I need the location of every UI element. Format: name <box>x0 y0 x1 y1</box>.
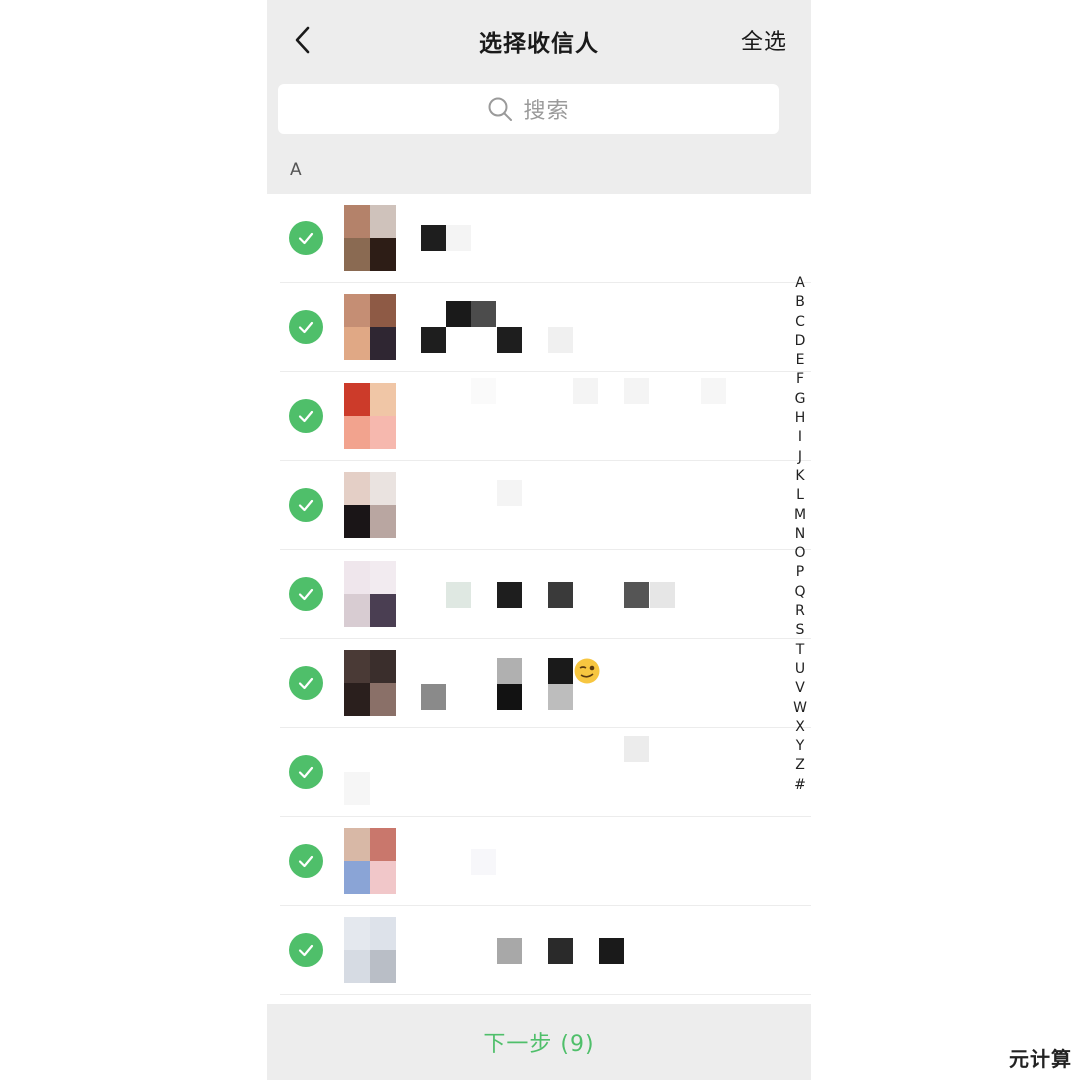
contact-row[interactable] <box>267 817 811 906</box>
contact-name-redacted <box>421 194 781 283</box>
alphabet-index-letter[interactable]: F <box>787 370 811 389</box>
checkmark-icon[interactable] <box>289 755 323 789</box>
alphabet-index-letter[interactable]: W <box>787 699 811 718</box>
alphabet-index-letter[interactable]: T <box>787 641 811 660</box>
alphabet-index-letter[interactable]: # <box>787 776 811 795</box>
search-icon <box>488 97 513 121</box>
avatar <box>344 561 396 627</box>
alphabet-index-letter[interactable]: X <box>787 718 811 737</box>
page-title: 选择收信人 <box>479 31 599 57</box>
alphabet-index-letter[interactable]: Y <box>787 737 811 756</box>
alphabet-index-letter[interactable]: G <box>787 390 811 409</box>
checkmark-icon[interactable] <box>289 577 323 611</box>
top-bar: 选择收信人 全选 搜索 A <box>267 0 811 194</box>
alphabet-index-letter[interactable]: Q <box>787 583 811 602</box>
contact-name-redacted <box>421 372 781 461</box>
contact-list <box>267 194 811 995</box>
alphabet-index-letter[interactable]: H <box>787 409 811 428</box>
alphabet-index-letter[interactable]: N <box>787 525 811 544</box>
contact-name-redacted <box>421 817 781 906</box>
contact-row[interactable] <box>267 906 811 995</box>
contact-row[interactable] <box>267 283 811 372</box>
alphabet-index-letter[interactable]: C <box>787 313 811 332</box>
avatar <box>344 650 396 716</box>
checkmark-icon[interactable] <box>289 399 323 433</box>
search-input[interactable]: 搜索 <box>278 84 779 134</box>
avatar <box>344 294 396 360</box>
avatar <box>344 472 396 538</box>
alphabet-index-letter[interactable]: S <box>787 621 811 640</box>
alphabet-index-letter[interactable]: B <box>787 293 811 312</box>
contact-row[interactable] <box>267 461 811 550</box>
contact-row[interactable] <box>267 728 811 817</box>
bottom-bar: 下一步 (9) <box>267 1004 811 1080</box>
contact-name-redacted <box>421 639 781 728</box>
contact-name-redacted <box>421 550 781 639</box>
checkmark-icon[interactable] <box>289 844 323 878</box>
contact-row[interactable] <box>267 550 811 639</box>
alphabet-index-letter[interactable]: O <box>787 544 811 563</box>
alphabet-index-letter[interactable]: R <box>787 602 811 621</box>
alphabet-index-letter[interactable]: A <box>787 274 811 293</box>
avatar <box>344 205 396 271</box>
avatar <box>344 917 396 983</box>
alphabet-index-letter[interactable]: K <box>787 467 811 486</box>
contact-row[interactable] <box>267 639 811 728</box>
wink-emoji-icon <box>574 658 600 684</box>
alphabet-index-letter[interactable]: I <box>787 428 811 447</box>
contact-row[interactable] <box>267 372 811 461</box>
alphabet-index-letter[interactable]: P <box>787 563 811 582</box>
contact-name-redacted <box>421 283 781 372</box>
alphabet-index-letter[interactable]: E <box>787 351 811 370</box>
alphabet-index-letter[interactable]: U <box>787 660 811 679</box>
alphabet-index-letter[interactable]: M <box>787 506 811 525</box>
avatar <box>344 739 396 805</box>
contact-name-redacted <box>421 461 781 550</box>
next-step-button[interactable]: 下一步 (9) <box>483 1026 594 1058</box>
alphabet-index[interactable]: A B C D E F G H I J K L M N O P Q R S T U V W X Y Z # <box>787 274 811 795</box>
alphabet-index-letter[interactable]: J <box>787 448 811 467</box>
section-header: A <box>290 160 302 180</box>
checkmark-icon[interactable] <box>289 666 323 700</box>
contact-row[interactable] <box>267 194 811 283</box>
checkmark-icon[interactable] <box>289 488 323 522</box>
checkmark-icon[interactable] <box>289 310 323 344</box>
contact-name-redacted <box>421 728 781 817</box>
alphabet-index-letter[interactable]: Z <box>787 756 811 775</box>
alphabet-index-letter[interactable]: V <box>787 679 811 698</box>
alphabet-index-letter[interactable]: L <box>787 486 811 505</box>
search-placeholder: 搜索 <box>523 99 570 124</box>
alphabet-index-letter[interactable]: D <box>787 332 811 351</box>
contact-name-redacted <box>421 906 781 995</box>
checkmark-icon[interactable] <box>289 933 323 967</box>
phone-screen: 选择收信人 全选 搜索 A A B C D E F G H I J K L M … <box>267 0 811 1080</box>
select-all-button[interactable]: 全选 <box>741 24 787 56</box>
watermark: 元计算 <box>1009 1047 1072 1071</box>
checkmark-icon[interactable] <box>289 221 323 255</box>
avatar <box>344 828 396 894</box>
avatar <box>344 383 396 449</box>
